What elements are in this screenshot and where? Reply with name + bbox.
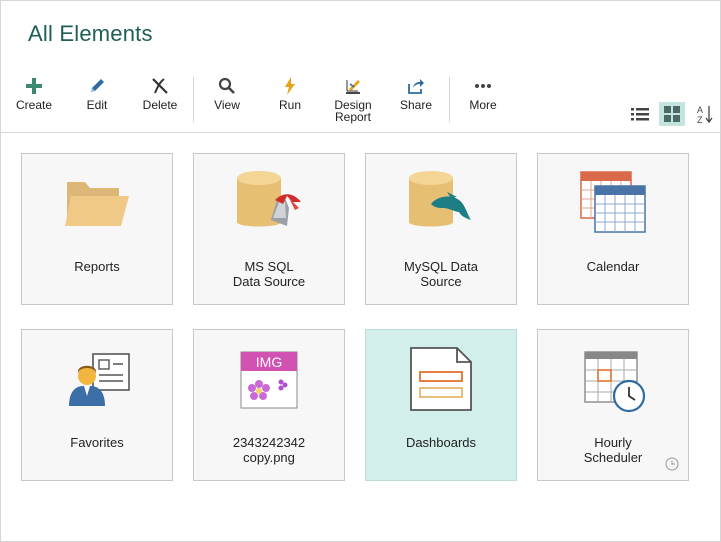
- main-window: All Elements Create Edit Delete View Run…: [0, 0, 721, 542]
- delete-icon: [128, 71, 192, 99]
- grid-view-icon: [664, 106, 680, 122]
- share-button[interactable]: Share: [384, 71, 448, 111]
- more-button[interactable]: More: [451, 71, 515, 111]
- svg-text:Z: Z: [697, 115, 703, 124]
- list-view-icon: [631, 108, 649, 121]
- design-icon: [321, 71, 385, 99]
- more-dots-icon: [451, 71, 515, 99]
- tile-dashboards[interactable]: Dashboards: [365, 329, 517, 481]
- share-icon: [384, 71, 448, 99]
- tile-image-file[interactable]: IMG 2343242342 copy.png: [193, 329, 345, 481]
- sort-az-icon: A Z: [697, 105, 713, 124]
- favorites-icon: [69, 353, 130, 406]
- magnifier-icon: [195, 71, 259, 99]
- toolbar: Create Edit Delete View Run Design Repor…: [1, 71, 720, 131]
- tile-hourly-scheduler[interactable]: Hourly Scheduler: [537, 329, 689, 481]
- pencil-icon: [65, 71, 129, 99]
- tile-reports[interactable]: Reports: [21, 153, 173, 305]
- plus-icon: [2, 71, 66, 99]
- folder-icon: [65, 182, 129, 226]
- tile-favorites[interactable]: Favorites: [21, 329, 173, 481]
- dashboard-icon: [410, 347, 472, 411]
- svg-text:A: A: [697, 105, 703, 115]
- tile-calendar[interactable]: Calendar: [537, 153, 689, 305]
- image-file-icon: IMG: [240, 351, 298, 409]
- toolbar-divider-line: [1, 132, 720, 133]
- toolbar-divider: [449, 77, 450, 122]
- toolbar-divider: [193, 77, 194, 122]
- sort-button[interactable]: A Z: [692, 102, 718, 126]
- lightning-icon: [258, 71, 322, 99]
- view-button[interactable]: View: [195, 71, 259, 111]
- list-view-button[interactable]: [627, 102, 653, 126]
- grid-view-button[interactable]: [659, 102, 685, 126]
- edit-button[interactable]: Edit: [65, 71, 129, 111]
- page-title: All Elements: [28, 21, 153, 46]
- mysql-datasource-icon: [409, 171, 471, 227]
- calendar-icon: [580, 171, 646, 233]
- run-button[interactable]: Run: [258, 71, 322, 111]
- design-report-button[interactable]: Design Report: [321, 71, 385, 123]
- create-button[interactable]: Create: [2, 71, 66, 111]
- clock-icon: [665, 457, 679, 471]
- img-badge-text: IMG: [256, 354, 282, 370]
- scheduler-icon: [584, 351, 646, 413]
- delete-button[interactable]: Delete: [128, 71, 192, 111]
- mssql-datasource-icon: [237, 171, 301, 227]
- tile-ms-sql-data-source[interactable]: MS SQL Data Source: [193, 153, 345, 305]
- tile-mysql-data-source[interactable]: MySQL Data Source: [365, 153, 517, 305]
